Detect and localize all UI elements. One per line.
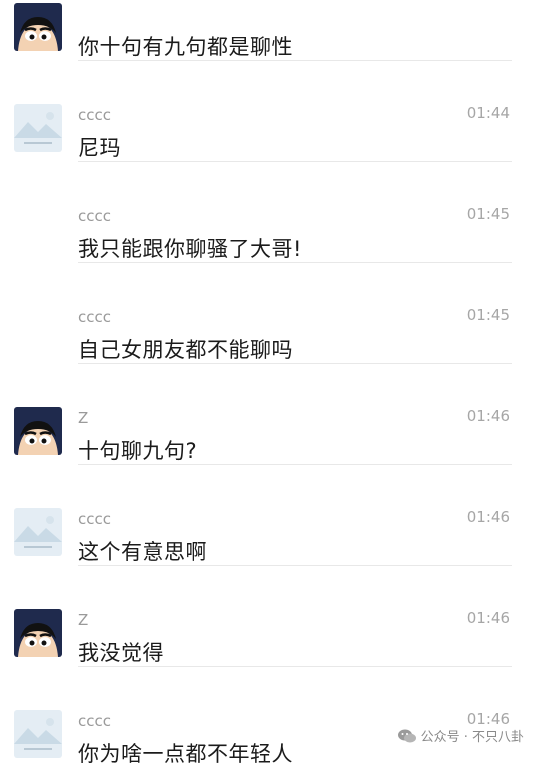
sender-name: cccc — [78, 106, 111, 124]
crayon-shin-chan-avatar[interactable] — [14, 3, 62, 51]
chat-message: cccc 01:46 这个有意思啊 — [0, 465, 542, 566]
chat-message: Z 01:46 十句聊九句? — [0, 364, 542, 465]
landscape-placeholder-avatar[interactable] — [14, 710, 62, 758]
watermark: 公众号 · 不只八卦 — [397, 726, 524, 745]
chat-message: cccc 01:45 自己女朋友都不能聊吗 — [0, 263, 542, 364]
wechat-icon — [397, 728, 417, 744]
message-text: 十句聊九句? — [78, 439, 198, 463]
sender-name: cccc — [78, 308, 111, 326]
message-time: 01:45 — [466, 306, 510, 324]
message-time: 01:46 — [466, 508, 510, 526]
message-time: 01:46 — [466, 407, 510, 425]
message-time: 01:45 — [466, 205, 510, 223]
message-text: 尼玛 — [78, 136, 121, 160]
sender-name: Z — [78, 611, 89, 629]
chat-message: cccc 01:45 我只能跟你聊骚了大哥! — [0, 162, 542, 263]
sender-name: cccc — [78, 712, 111, 730]
sender-name: cccc — [78, 207, 111, 225]
message-time: 01:44 — [466, 104, 510, 122]
landscape-placeholder-avatar[interactable] — [14, 508, 62, 556]
crayon-shin-chan-avatar[interactable] — [14, 407, 62, 455]
chat-message: cccc 01:46 你为啥一点都不年轻人 — [0, 667, 542, 768]
sender-name: Z — [78, 409, 89, 427]
landscape-placeholder-avatar[interactable] — [14, 104, 62, 152]
message-text: 这个有意思啊 — [78, 540, 207, 564]
chat-message-list: 你十句有九句都是聊性 cccc 01:44 尼玛 cccc 01:45 我只能跟… — [0, 0, 542, 768]
crayon-shin-chan-avatar[interactable] — [14, 609, 62, 657]
sender-name: cccc — [78, 510, 111, 528]
message-time: 01:46 — [466, 609, 510, 627]
chat-message: cccc 01:44 尼玛 — [0, 61, 542, 162]
chat-message: Z 01:46 我没觉得 — [0, 566, 542, 667]
message-text: 你为啥一点都不年轻人 — [78, 742, 293, 766]
message-text: 你十句有九句都是聊性 — [78, 35, 293, 59]
chat-message: 你十句有九句都是聊性 — [0, 0, 542, 61]
watermark-text: 公众号 · 不只八卦 — [420, 730, 524, 745]
message-text: 自己女朋友都不能聊吗 — [78, 338, 293, 362]
message-text: 我只能跟你聊骚了大哥! — [78, 237, 302, 261]
message-text: 我没觉得 — [78, 641, 164, 665]
